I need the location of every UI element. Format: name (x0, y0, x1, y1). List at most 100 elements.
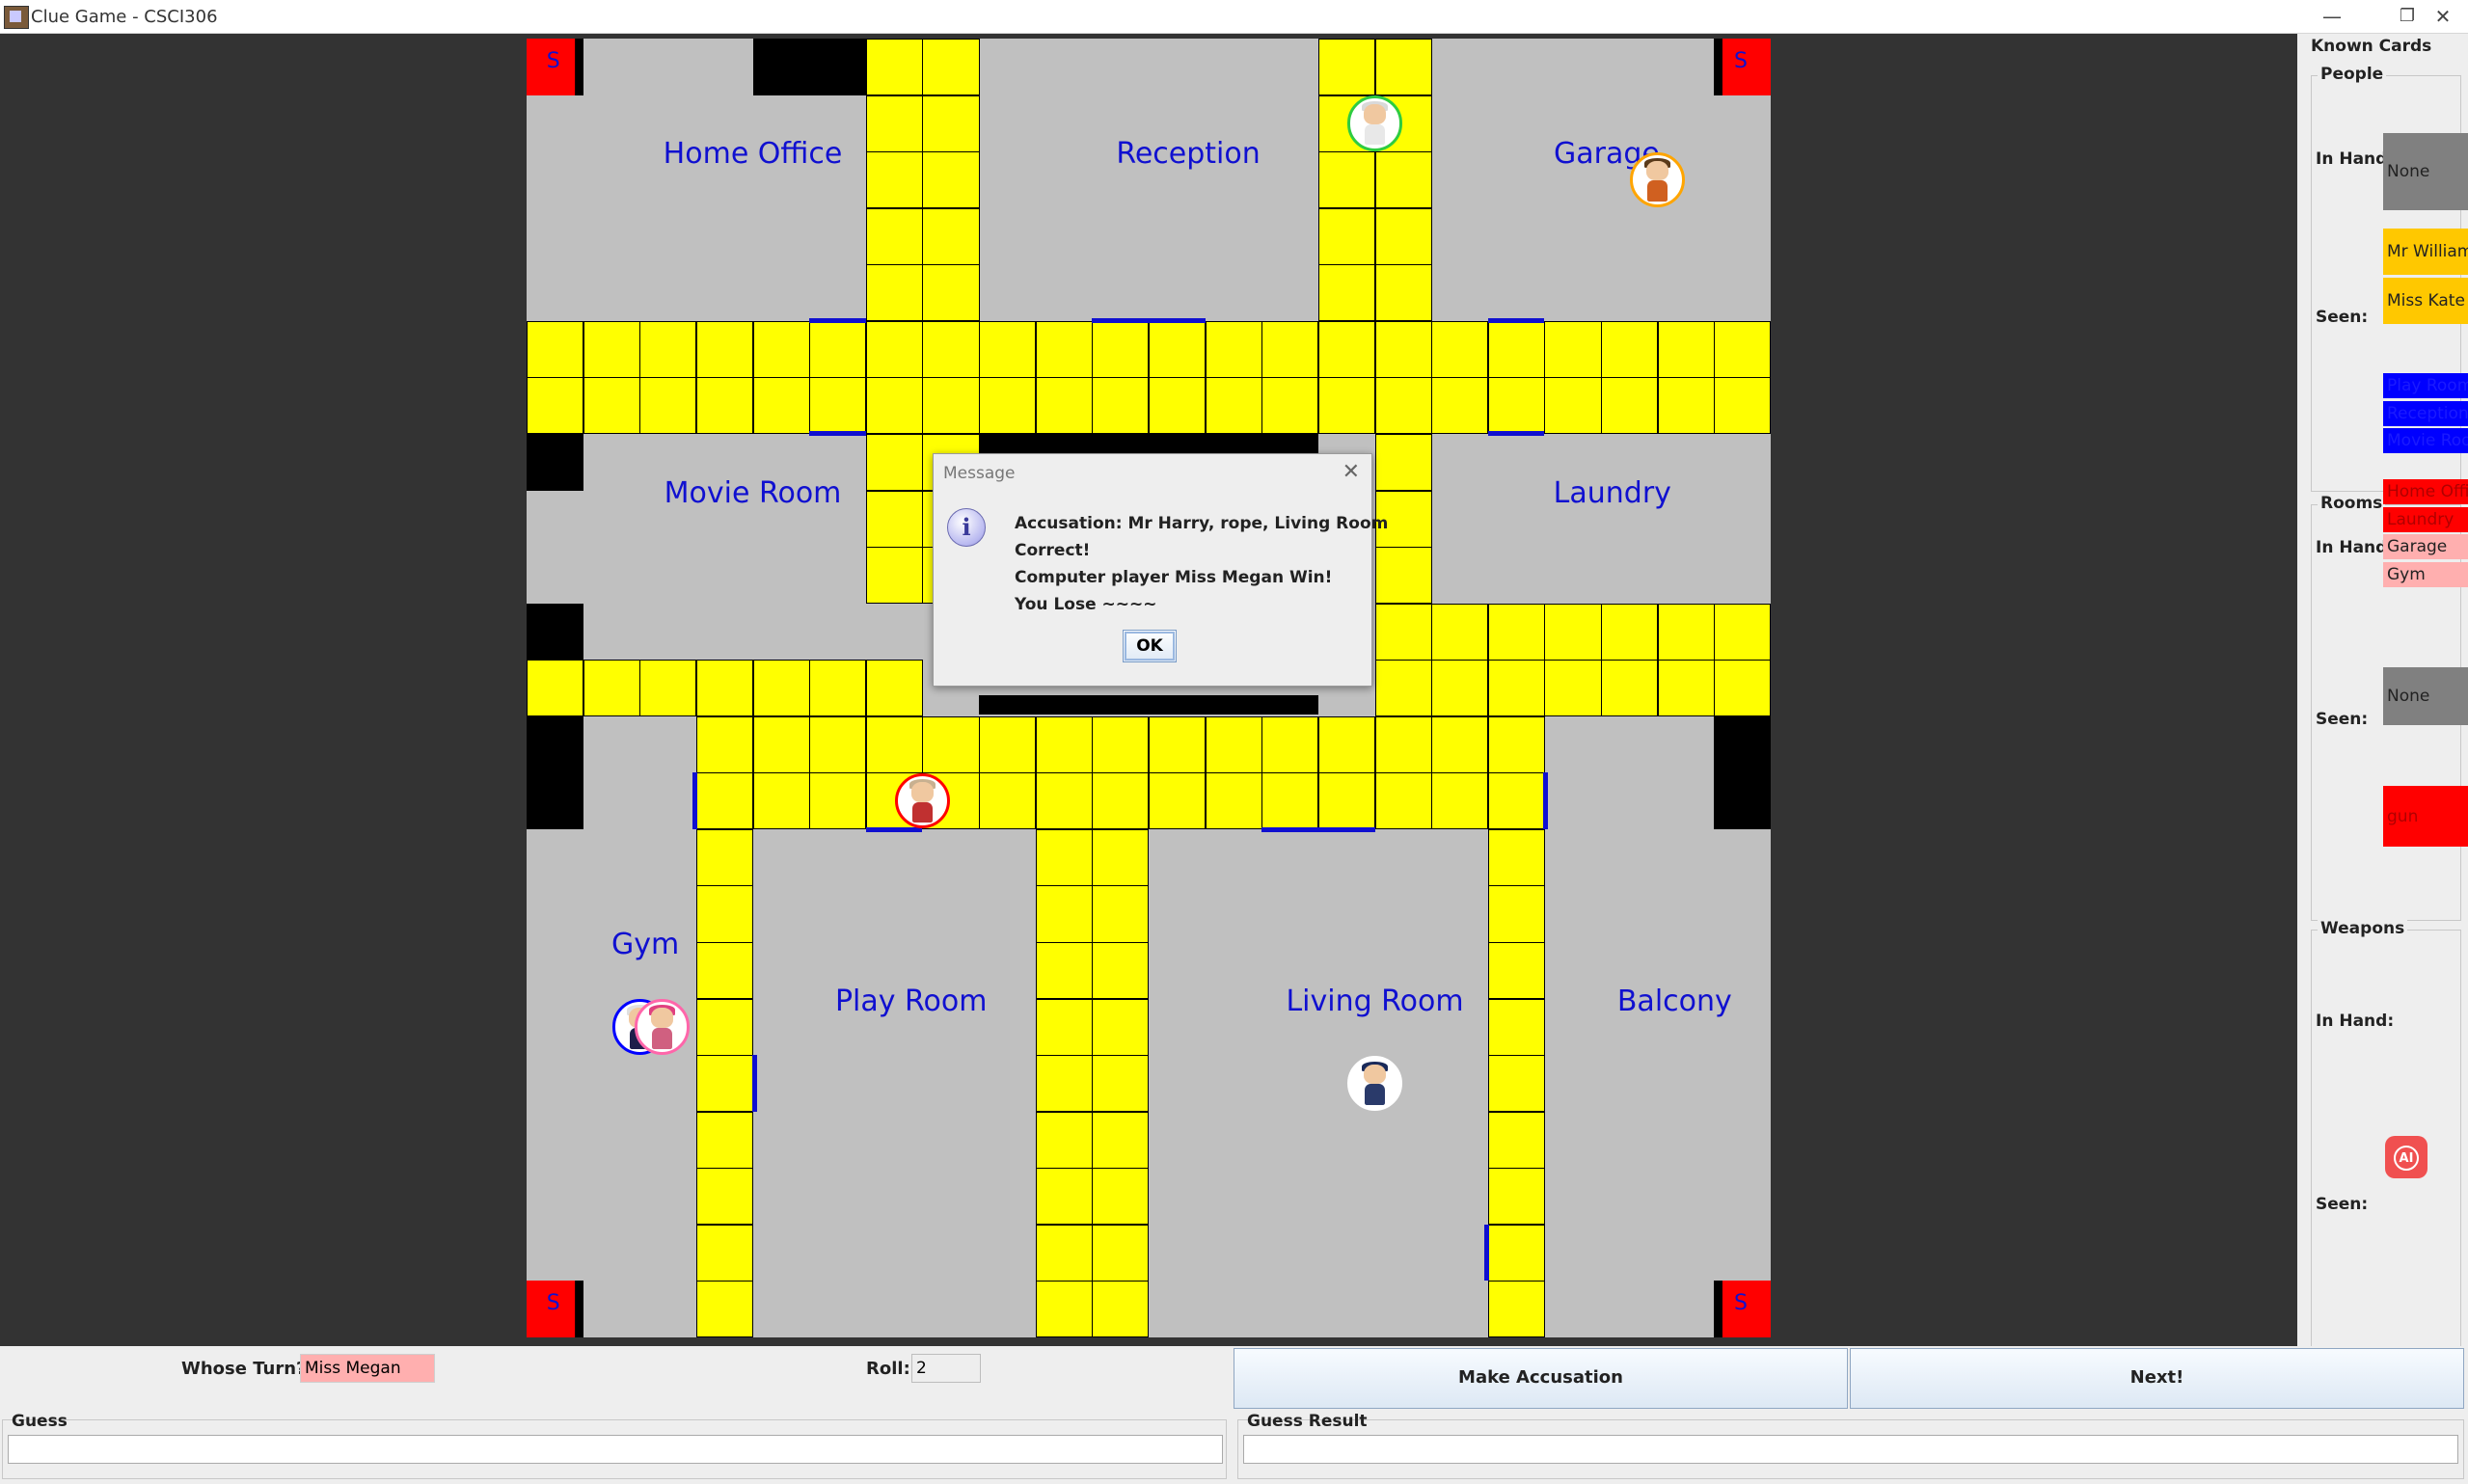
walkway-cell[interactable] (865, 151, 923, 209)
walkway-cell[interactable] (1092, 942, 1150, 1000)
walkway-cell[interactable] (1261, 715, 1319, 773)
walkway-cell[interactable] (1205, 715, 1262, 773)
walkway-cell[interactable] (1714, 320, 1772, 378)
walkway-cell[interactable] (865, 490, 923, 548)
game-board[interactable]: S S S S Home Office Reception Garage Movie Room… (527, 39, 1772, 1338)
walkway-cell[interactable] (752, 377, 810, 435)
walkway-cell[interactable] (979, 715, 1037, 773)
walkway-cell[interactable] (695, 320, 754, 378)
walkway-cell[interactable] (639, 320, 697, 378)
walkway-cell[interactable] (1487, 603, 1545, 661)
walkway-cell[interactable] (695, 1111, 754, 1169)
walkway-cell[interactable] (1317, 207, 1376, 265)
walkway-cell[interactable] (1035, 715, 1093, 773)
walkway-cell[interactable] (695, 1224, 754, 1282)
walkway-cell[interactable] (1035, 1224, 1093, 1282)
walkway-cell[interactable] (1092, 772, 1150, 830)
walkway-cell[interactable] (1601, 377, 1659, 435)
walkway-cell[interactable] (1374, 320, 1432, 378)
walkway-cell[interactable] (1544, 377, 1602, 435)
walkway-cell[interactable] (1374, 433, 1432, 492)
minimize-button[interactable]: — (2310, 2, 2354, 31)
walkway-cell[interactable] (922, 264, 980, 322)
walkway-cell[interactable] (1374, 377, 1432, 435)
walkway-cell[interactable] (752, 660, 810, 717)
walkway-cell[interactable] (1657, 603, 1715, 661)
walkway-cell[interactable] (1487, 660, 1545, 717)
walkway-cell[interactable] (1487, 1224, 1545, 1282)
walkway-cell[interactable] (922, 715, 980, 773)
walkway-cell[interactable] (1317, 772, 1376, 830)
walkway-cell[interactable] (1487, 1281, 1545, 1338)
walkway-cell[interactable] (1092, 715, 1150, 773)
walkway-cell[interactable] (1714, 660, 1772, 717)
walkway-cell[interactable] (1487, 1111, 1545, 1169)
walkway-cell[interactable] (1374, 547, 1432, 605)
next-button[interactable]: Next! (1850, 1348, 2464, 1409)
walkway-cell[interactable] (1487, 998, 1545, 1056)
walkway-cell[interactable] (639, 377, 697, 435)
walkway-cell[interactable] (865, 433, 923, 492)
walkway-cell[interactable] (1035, 1168, 1093, 1226)
walkway-cell[interactable] (922, 320, 980, 378)
walkway-cell[interactable] (1374, 603, 1432, 661)
close-icon[interactable]: ✕ (1342, 460, 1360, 484)
walkway-cell[interactable] (865, 39, 923, 96)
walkway-cell[interactable] (1374, 39, 1432, 96)
walkway-cell[interactable] (809, 660, 867, 717)
walkway-cell[interactable] (1657, 660, 1715, 717)
walkway-cell[interactable] (1487, 828, 1545, 886)
walkway-cell[interactable] (979, 377, 1037, 435)
walkway-cell[interactable] (865, 715, 923, 773)
walkway-cell[interactable] (527, 660, 584, 717)
walkway-cell[interactable] (922, 207, 980, 265)
walkway-cell[interactable] (1035, 1111, 1093, 1169)
walkway-cell[interactable] (695, 1281, 754, 1338)
walkway-cell[interactable] (1035, 828, 1093, 886)
walkway-cell[interactable] (1092, 1281, 1150, 1338)
walkway-cell[interactable] (1092, 885, 1150, 943)
walkway-cell[interactable] (865, 320, 923, 378)
walkway-cell[interactable] (583, 377, 640, 435)
walkway-cell[interactable] (1487, 715, 1545, 773)
walkway-cell[interactable] (1092, 828, 1150, 886)
walkway-cell[interactable] (809, 320, 867, 378)
walkway-cell[interactable] (1149, 772, 1207, 830)
walkway-cell[interactable] (1601, 320, 1659, 378)
walkway-cell[interactable] (1431, 772, 1489, 830)
walkway-cell[interactable] (979, 320, 1037, 378)
walkway-cell[interactable] (809, 377, 867, 435)
walkway-cell[interactable] (639, 660, 697, 717)
walkway-cell[interactable] (1657, 377, 1715, 435)
walkway-cell[interactable] (1317, 715, 1376, 773)
walkway-cell[interactable] (865, 94, 923, 152)
walkway-cell[interactable] (1317, 320, 1376, 378)
walkway-cell[interactable] (865, 377, 923, 435)
walkway-cell[interactable] (752, 772, 810, 830)
ok-button[interactable]: OK (1123, 630, 1177, 662)
walkway-cell[interactable] (583, 660, 640, 717)
walkway-cell[interactable] (1487, 1168, 1545, 1226)
walkway-cell[interactable] (1317, 39, 1376, 96)
walkway-cell[interactable] (695, 772, 754, 830)
walkway-cell[interactable] (865, 207, 923, 265)
walkway-cell[interactable] (1431, 320, 1489, 378)
walkway-cell[interactable] (1544, 660, 1602, 717)
walkway-cell[interactable] (1035, 1281, 1093, 1338)
walkway-cell[interactable] (809, 772, 867, 830)
make-accusation-button[interactable]: Make Accusation (1234, 1348, 1848, 1409)
walkway-cell[interactable] (1092, 998, 1150, 1056)
walkway-cell[interactable] (1487, 885, 1545, 943)
walkway-cell[interactable] (1035, 772, 1093, 830)
walkway-cell[interactable] (527, 320, 584, 378)
walkway-cell[interactable] (922, 151, 980, 209)
walkway-cell[interactable] (695, 828, 754, 886)
walkway-cell[interactable] (1149, 377, 1207, 435)
walkway-cell[interactable] (865, 264, 923, 322)
walkway-cell[interactable] (922, 94, 980, 152)
walkway-cell[interactable] (1035, 998, 1093, 1056)
walkway-cell[interactable] (1431, 603, 1489, 661)
walkway-cell[interactable] (1374, 151, 1432, 209)
walkway-cell[interactable] (1092, 1055, 1150, 1113)
walkway-cell[interactable] (1205, 772, 1262, 830)
